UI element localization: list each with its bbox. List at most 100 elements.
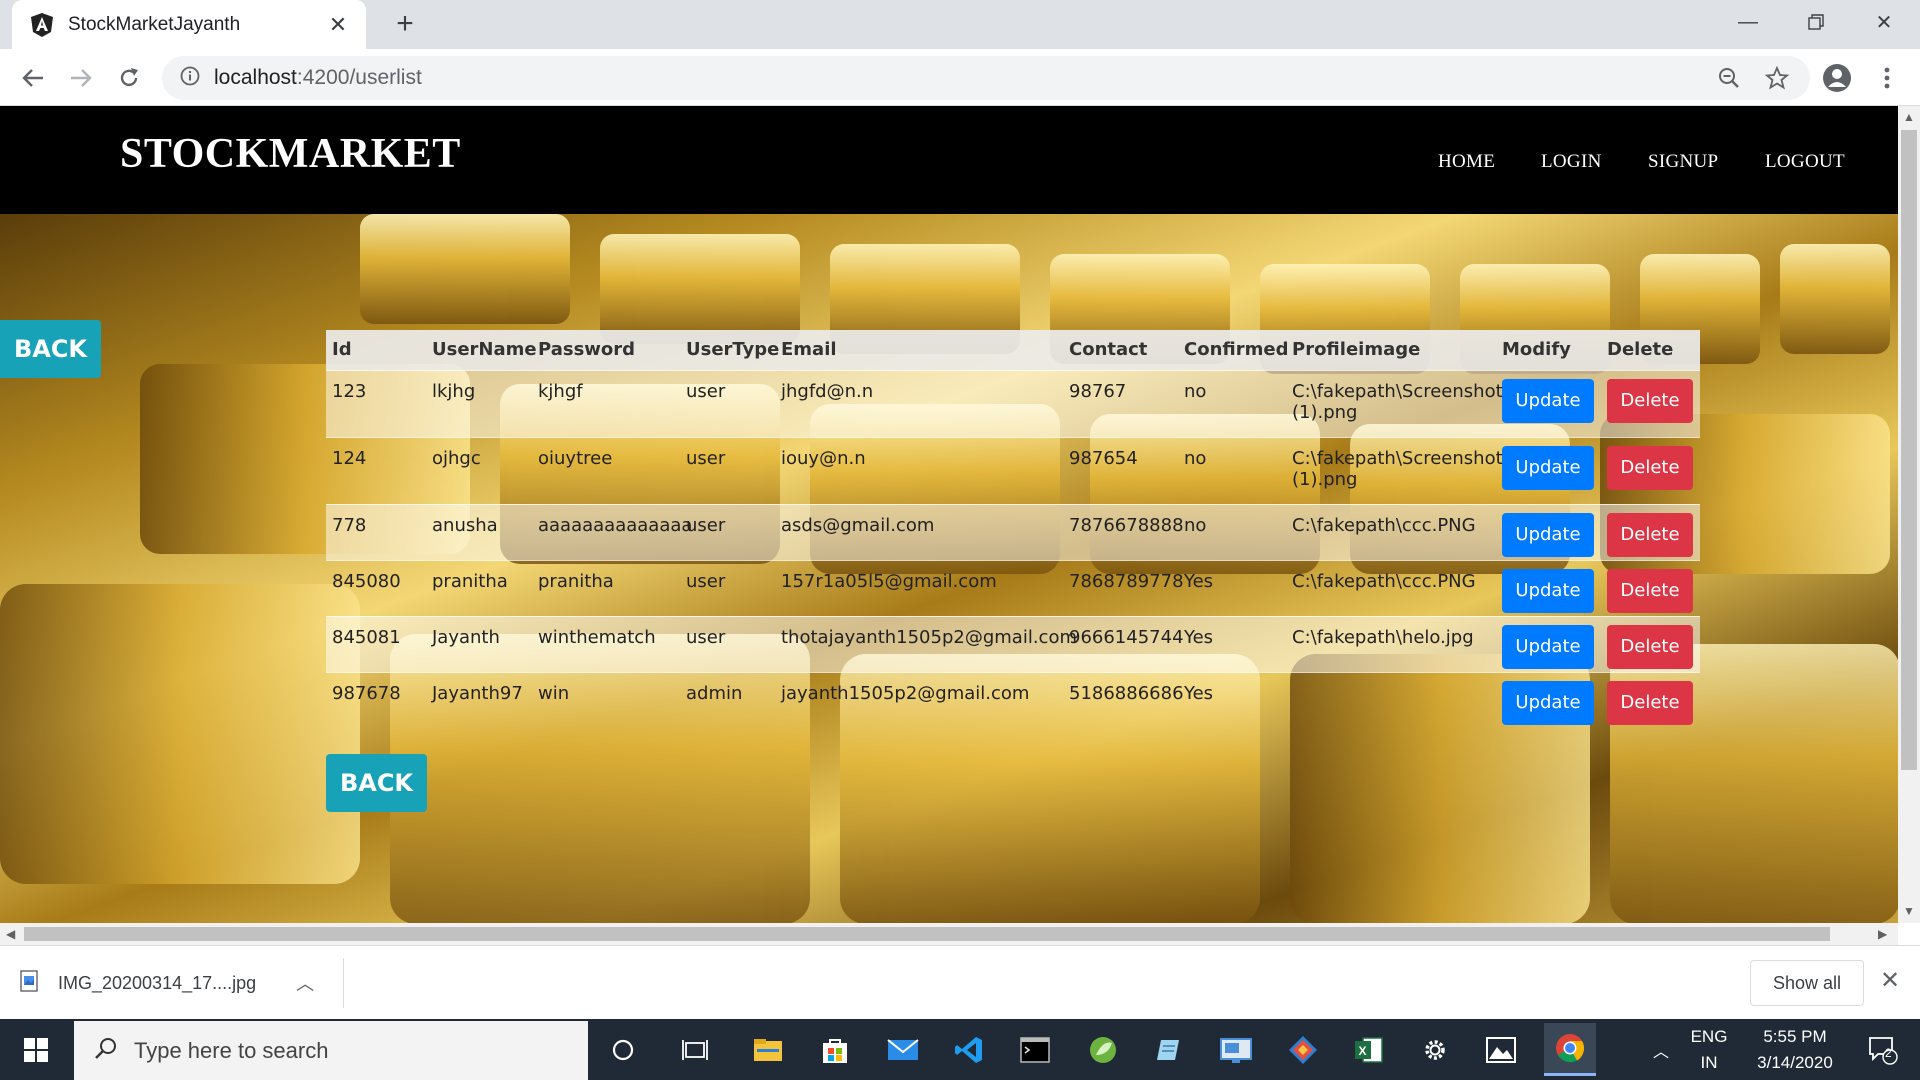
cell-username: ojhgc [432, 447, 481, 469]
clock[interactable]: 5:55 PM 3/14/2020 [1740, 1019, 1850, 1080]
cell-id: 845081 [332, 626, 401, 648]
zoom-icon[interactable] [1710, 59, 1748, 97]
excel-icon[interactable]: X [1346, 1027, 1392, 1073]
delete-button[interactable]: Delete [1607, 680, 1693, 725]
chrome-icon[interactable] [1544, 1023, 1596, 1076]
cell-password: winthematch [538, 626, 656, 648]
scroll-down-arrow-icon[interactable]: ▼ [1903, 904, 1915, 918]
update-button[interactable]: Update [1502, 445, 1594, 490]
cell-confirmed: no [1184, 380, 1207, 402]
clock-date: 3/14/2020 [1757, 1052, 1833, 1072]
settings-gear-icon[interactable] [1412, 1027, 1458, 1073]
task-view-icon[interactable] [672, 1027, 718, 1073]
bookmark-star-icon[interactable] [1758, 59, 1796, 97]
delete-button[interactable]: Delete [1607, 624, 1693, 669]
delete-button[interactable]: Delete [1607, 378, 1693, 423]
profile-avatar-icon[interactable] [1818, 59, 1856, 97]
chevron-up-icon[interactable]: ︿ [296, 970, 314, 996]
horizontal-scrollbar[interactable]: ◀ ▶ [0, 923, 1898, 945]
update-button[interactable]: Update [1502, 680, 1594, 725]
minimize-icon[interactable]: — [1718, 0, 1778, 44]
cell-usertype: user [686, 514, 726, 536]
tray-chevron-up-icon[interactable]: ︿ [1638, 1027, 1684, 1073]
cell-modify: Update [1496, 560, 1601, 616]
mail-icon[interactable] [880, 1027, 926, 1073]
delete-button[interactable]: Delete [1607, 445, 1693, 490]
forward-arrow-icon[interactable] [62, 59, 100, 97]
close-shelf-icon[interactable]: ✕ [1880, 966, 1900, 995]
brand-logo[interactable]: STOCKMARKET [120, 130, 461, 178]
show-all-button[interactable]: Show all [1750, 960, 1864, 1006]
nav-login[interactable]: LOGIN [1541, 151, 1602, 173]
taskbar-search-box[interactable]: Type here to search [74, 1021, 588, 1080]
restore-icon[interactable] [1786, 0, 1846, 44]
cell-email: iouy@n.n [781, 447, 866, 469]
cell-usertype: user [686, 626, 726, 648]
nav-logout[interactable]: LOGOUT [1765, 151, 1845, 173]
git-diamond-icon[interactable] [1280, 1027, 1326, 1073]
language-indicator[interactable]: ENG IN [1686, 1019, 1732, 1080]
window-close-icon[interactable]: ✕ [1854, 0, 1914, 44]
update-button[interactable]: Update [1502, 568, 1594, 613]
terminal-icon[interactable] [1012, 1027, 1058, 1073]
download-item[interactable]: IMG_20200314_17....jpg ︿ [20, 958, 344, 1008]
url-text[interactable]: localhost:4200/userlist [214, 66, 422, 90]
region-code: IN [1700, 1052, 1718, 1072]
col-usertype: UserType [686, 339, 780, 361]
menu-kebab-icon[interactable] [1868, 59, 1906, 97]
back-button-top[interactable]: BACK [0, 320, 101, 378]
cortana-icon[interactable] [600, 1027, 646, 1073]
col-modify: Modify [1502, 339, 1571, 361]
notification-center-icon[interactable]: 2 [1860, 1027, 1906, 1073]
col-confirmed: Confirmed [1184, 339, 1289, 361]
clock-time: 5:55 PM [1763, 1026, 1827, 1046]
cell-profileimage: C:\fakepath\ccc.PNG [1292, 570, 1476, 592]
cell-email: asds@gmail.com [781, 514, 935, 536]
table-row: 987678 Jayanth97 win admin jayanth1505p2… [326, 672, 1700, 728]
cell-contact: 98767 [1069, 380, 1127, 402]
scroll-left-arrow-icon[interactable]: ◀ [6, 927, 15, 941]
delete-button[interactable]: Delete [1607, 512, 1693, 557]
nav-home[interactable]: HOME [1438, 151, 1495, 173]
table-row: 124 ojhgc oiuytree user iouy@n.n 987654 … [326, 437, 1700, 504]
cell-confirmed: Yes [1184, 570, 1214, 592]
scroll-up-arrow-icon[interactable]: ▲ [1903, 110, 1915, 124]
notification-count: 2 [1885, 1046, 1892, 1060]
windows-start-icon[interactable] [0, 1019, 72, 1080]
update-button[interactable]: Update [1502, 512, 1594, 557]
svg-text:X: X [1359, 1044, 1367, 1058]
store-icon[interactable] [812, 1027, 858, 1073]
cell-id: 124 [332, 447, 367, 469]
file-explorer-icon[interactable] [745, 1027, 791, 1073]
address-bar[interactable]: localhost:4200/userlist [162, 56, 1810, 100]
nav-signup[interactable]: SIGNUP [1648, 151, 1718, 173]
remote-desktop-icon[interactable] [1213, 1027, 1259, 1073]
cell-delete: Delete [1601, 504, 1700, 560]
browser-tab[interactable]: StockMarketJayanth ✕ [12, 0, 366, 49]
new-tab-button[interactable]: + [388, 8, 422, 42]
scroll-right-arrow-icon[interactable]: ▶ [1878, 927, 1887, 941]
update-button[interactable]: Update [1502, 378, 1594, 423]
update-button[interactable]: Update [1502, 624, 1594, 669]
col-id: Id [332, 339, 352, 361]
back-button-bottom[interactable]: BACK [326, 754, 427, 812]
horizontal-scroll-thumb[interactable] [24, 927, 1830, 941]
cell-usertype: user [686, 380, 726, 402]
cell-password: kjhgf [538, 380, 583, 402]
cell-email: thotajayanth1505p2@gmail.com [781, 626, 1077, 648]
back-arrow-icon[interactable] [14, 59, 52, 97]
vertical-scrollbar[interactable]: ▲ ▼ [1898, 106, 1920, 923]
cell-usertype: user [686, 447, 726, 469]
reload-icon[interactable] [110, 59, 148, 97]
info-icon[interactable] [180, 66, 200, 91]
delete-button[interactable]: Delete [1607, 568, 1693, 613]
vscode-icon[interactable] [946, 1027, 992, 1073]
tab-close-icon[interactable]: ✕ [324, 11, 352, 39]
photos-icon[interactable] [1478, 1027, 1524, 1073]
cell-email: jhgfd@n.n [781, 380, 874, 402]
table-row: 845081 Jayanth winthematch user thotajay… [326, 616, 1700, 672]
vertical-scroll-thumb[interactable] [1901, 130, 1917, 770]
notepad-icon[interactable] [1146, 1027, 1192, 1073]
cell-contact: 5186886686 [1069, 682, 1184, 704]
spring-tool-icon[interactable] [1080, 1027, 1126, 1073]
